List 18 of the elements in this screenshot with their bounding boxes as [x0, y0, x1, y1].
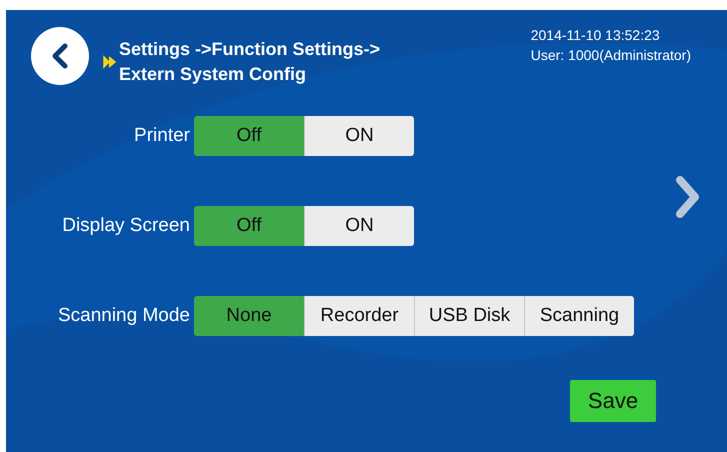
breadcrumb-text: Settings ->Function Settings-> — [119, 38, 380, 61]
segment-option[interactable]: Recorder — [304, 296, 414, 336]
segment-option[interactable]: None — [194, 296, 304, 336]
page-title: Extern System Config — [119, 63, 308, 86]
segment-option[interactable]: USB Disk — [414, 296, 524, 336]
segment-option[interactable]: ON — [304, 116, 414, 156]
datetime-text: 2014-11-10 13:52:23 — [530, 26, 661, 45]
double-chevron-icon — [103, 55, 117, 69]
segment-option[interactable]: ON — [304, 206, 414, 246]
setting-label: Printer — [133, 125, 191, 147]
chevron-right-icon[interactable] — [675, 175, 701, 219]
save-button[interactable]: Save — [570, 380, 656, 422]
segment-option[interactable]: Scanning — [524, 296, 634, 336]
setting-label: Display Screen — [61, 215, 191, 237]
segment-option[interactable]: Off — [194, 116, 304, 156]
user-text: User: 1000(Administrator) — [530, 46, 691, 65]
segment-option[interactable]: Off — [194, 206, 304, 246]
setting-label: Scanning Mode — [56, 305, 191, 327]
